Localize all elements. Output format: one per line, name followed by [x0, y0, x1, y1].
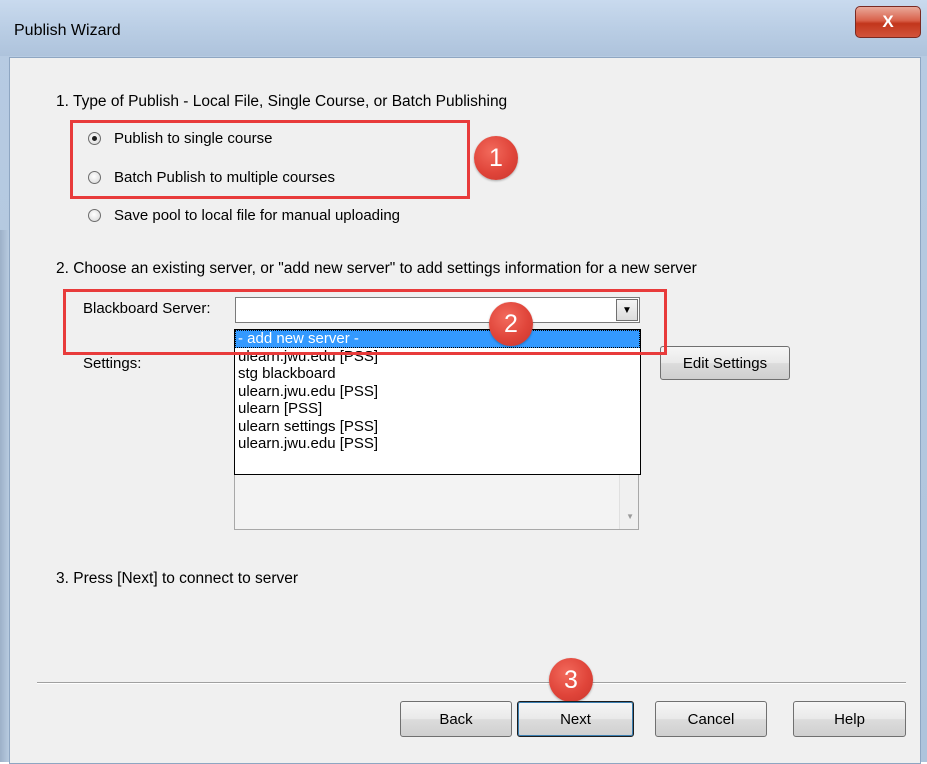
dropdown-item[interactable]: ulearn.jwu.edu [PSS] [235, 383, 640, 401]
button-separator [37, 682, 906, 684]
step-badge-1: 1 [474, 136, 518, 180]
title-bar: Publish Wizard X [0, 0, 927, 56]
window-edge [0, 230, 9, 762]
highlight-box-1 [70, 120, 470, 199]
window-title: Publish Wizard [14, 22, 121, 39]
settings-label: Settings: [83, 355, 142, 372]
settings-scrollbar[interactable]: ▼ [619, 472, 638, 529]
settings-textarea[interactable]: ▼ [234, 472, 639, 530]
back-button[interactable]: Back [400, 701, 512, 737]
radio-save-local-label[interactable]: Save pool to local file for manual uploa… [114, 207, 400, 224]
next-button[interactable]: Next [517, 701, 634, 737]
close-button[interactable]: X [855, 6, 921, 38]
step-badge-2: 2 [489, 302, 533, 346]
cancel-button[interactable]: Cancel [655, 701, 767, 737]
help-button[interactable]: Help [793, 701, 906, 737]
close-icon: X [882, 12, 894, 31]
highlight-box-2 [63, 289, 667, 355]
step1-label: 1. Type of Publish - Local File, Single … [56, 93, 508, 110]
dropdown-item[interactable]: ulearn [PSS] [235, 400, 640, 418]
step2-label: 2. Choose an existing server, or "add ne… [56, 260, 697, 277]
scroll-down-icon[interactable]: ▼ [626, 512, 634, 521]
dropdown-item[interactable]: stg blackboard [235, 365, 640, 383]
step-badge-3: 3 [549, 658, 593, 702]
dropdown-item[interactable]: ulearn.jwu.edu [PSS] [235, 435, 640, 453]
dropdown-item[interactable]: ulearn settings [PSS] [235, 418, 640, 436]
window-frame: Publish Wizard X 1. Type of Publish - Lo… [0, 0, 927, 764]
edit-settings-button[interactable]: Edit Settings [660, 346, 790, 380]
radio-save-local[interactable] [88, 209, 101, 222]
step3-label: 3. Press [Next] to connect to server [56, 570, 299, 587]
